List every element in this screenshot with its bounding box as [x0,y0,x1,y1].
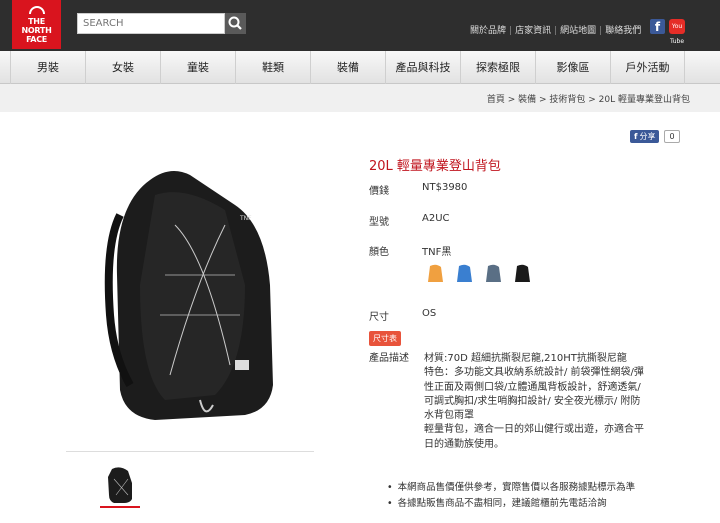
purchase-notes: 本網商品售價僅供參考，實際售價以各服務據點標示為準 各據點販售商品不盡相同，建議… [387,480,636,512]
brand-logo[interactable]: THE NORTH FACE [12,0,61,49]
link-stores[interactable]: 店家資訊 [515,26,551,36]
description-text: 材質:70D 超細抗撕裂尼龍,210HT抗撕裂尼龍 特色：多功能文具收納系統設計… [424,353,644,450]
link-about[interactable]: 關於品牌 [470,26,506,36]
link-contact[interactable]: 聯絡我們 [605,26,641,36]
price-value: NT$3980 [422,182,468,193]
product-title: 20L 輕量專業登山背包 [369,159,501,174]
size-value: OS [422,308,437,319]
size-label: 尺寸 [369,312,389,323]
search-box [77,13,225,34]
nav-item-kids[interactable]: 童裝 [160,51,235,84]
link-sitemap[interactable]: 網站地圖 [560,26,596,36]
search-input[interactable] [78,14,224,33]
note-item: 本網商品售價僅供參考，實際售價以各服務據點標示為準 [387,480,636,496]
nav-item-explore[interactable]: 探索極限 [460,51,535,84]
model-label: 型號 [369,217,389,228]
breadcrumb[interactable]: 首頁 > 裝備 > 技術背包 > 20L 輕量專業登山背包 [487,92,690,105]
product-thumbnail[interactable] [104,465,136,505]
nav-item-outdoor[interactable]: 戶外活動 [610,51,685,84]
share-count: 0 [664,130,680,143]
main-nav: 男裝 女裝 童裝 鞋類 裝備 產品與科技 探索極限 影像區 戶外活動 [0,51,720,84]
nav-item-media[interactable]: 影像區 [535,51,610,84]
swatch-orange[interactable] [424,262,447,285]
youtube-icon[interactable]: You Tube [669,19,685,45]
facebook-icon[interactable]: f [650,19,665,34]
share-widget: f 分享 0 [630,130,680,143]
nav-item-equipment[interactable]: 裝備 [310,51,385,84]
swatch-grey-blue[interactable] [482,262,505,285]
facebook-share-button[interactable]: f 分享 [630,130,660,143]
model-value: A2UC [422,213,450,224]
top-header: THENORTHFACE 關於品牌|店家資訊|網站地圖|聯絡我們 f You T… [0,0,720,51]
color-swatches [424,262,534,285]
thumbnail-selected-indicator [100,506,140,508]
description-label: 產品描述 [369,353,409,364]
nav-item-women[interactable]: 女裝 [85,51,160,84]
size-chart-button[interactable]: 尺寸表 [369,331,401,346]
color-value: TNF黑 [422,247,452,258]
swatch-black[interactable] [511,262,534,285]
nav-item-men[interactable]: 男裝 [10,51,85,84]
product-image[interactable]: TNF [95,165,280,425]
nav-item-footwear[interactable]: 鞋類 [235,51,310,84]
facebook-icon: f [634,132,638,141]
search-button[interactable] [225,13,246,34]
svg-text:TNF: TNF [239,215,252,222]
search-icon [228,16,242,30]
price-label: 價錢 [369,186,389,197]
image-divider [66,451,314,452]
header-links: 關於品牌 | 店家資訊 | 網站地圖 | 聯絡我們 [470,26,642,36]
swatch-blue[interactable] [453,262,476,285]
color-label: 顏色 [369,247,389,258]
note-item: 各據點販售商品不盡相同，建議館櫃前先電話洽詢 [387,496,635,512]
nav-item-technology[interactable]: 產品與科技 [385,51,460,84]
